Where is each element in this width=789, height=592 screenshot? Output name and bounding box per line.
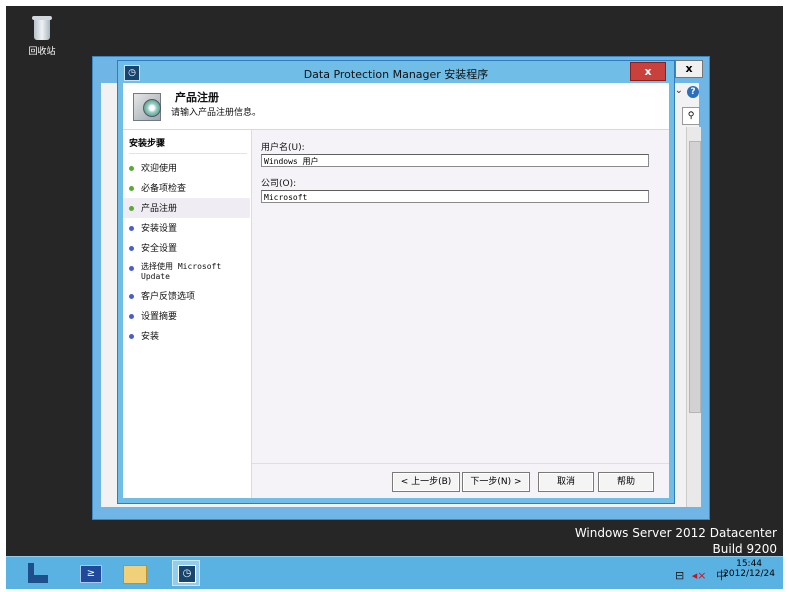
product-box-icon [129,89,165,123]
step-registration: 产品注册 [123,198,250,218]
username-label: 用户名(U): [261,143,305,153]
step-install-settings: 安装设置 [123,218,250,238]
step-pending-icon [129,334,134,339]
step-complete-icon [129,186,134,191]
file-explorer-icon[interactable] [120,560,148,586]
step-pending-icon [129,294,134,299]
step-current-icon [129,206,134,211]
registration-form: 用户名(U): Windows 用户 公司(O): Microsoft < 上一… [251,130,669,498]
scrollbar-thumb[interactable] [689,141,701,413]
chevron-down-icon[interactable]: ⌄ [675,85,683,96]
step-prerequisites: 必备项检查 [123,178,250,198]
clock-date: 2012/12/24 [723,569,775,579]
company-label: 公司(O): [261,179,297,189]
server-manager-icon[interactable] [24,560,52,586]
dialog-close-button[interactable]: x [630,62,666,81]
steps-title: 安装步骤 [129,136,247,154]
search-icon[interactable]: ⚲ [682,107,700,125]
powershell-icon[interactable]: ≥ [76,560,104,586]
step-pending-icon [129,226,134,231]
recycle-bin-label: 回收站 [28,47,56,57]
step-pending-icon [129,314,134,319]
dialog-client: 产品注册 请输入产品注册信息。 安装步骤 欢迎使用 必备项检查 产品注册 安装设… [123,83,669,498]
clock-time: 15:44 [736,559,763,569]
dialog-titlebar[interactable]: ◷ Data Protection Manager 安装程序 x [118,61,674,83]
username-field[interactable]: Windows 用户 [261,154,649,167]
step-pending-icon [129,266,134,271]
step-feedback: 客户反馈选项 [123,286,250,306]
explorer-close-button[interactable]: x [675,60,703,78]
setup-dialog: ◷ Data Protection Manager 安装程序 x 产品注册 请输… [117,60,675,504]
dialog-header: 产品注册 请输入产品注册信息。 [123,83,669,130]
explorer-scrollbar[interactable] [686,127,701,507]
step-security-settings: 安全设置 [123,238,250,258]
step-pending-icon [129,246,134,251]
next-button[interactable]: 下一步(N) > [462,472,530,492]
watermark-build: Build 9200 [712,542,777,556]
clock[interactable]: 15:44 2012/12/24 [723,559,775,579]
page-subtitle: 请输入产品注册信息。 [171,108,262,118]
step-microsoft-update: 选择使用 Microsoft Update [123,258,250,286]
recycle-bin[interactable]: 回收站 [20,14,64,57]
volume-muted-icon[interactable]: ◂× [692,569,707,582]
cancel-button[interactable]: 取消 [538,472,594,492]
recycle-bin-icon [31,14,53,42]
steps-panel: 安装步骤 欢迎使用 必备项检查 产品注册 安装设置 安全设置 选择使用 Micr… [123,130,250,498]
button-row: < 上一步(B) 下一步(N) > 取消 帮助 [252,463,669,498]
watermark-edition: Windows Server 2012 Datacenter [574,526,777,540]
back-button[interactable]: < 上一步(B) [392,472,460,492]
dialog-title: Data Protection Manager 安装程序 [303,68,489,81]
network-icon[interactable]: ⊟ [675,569,684,582]
page-title: 产品注册 [175,91,219,104]
dpm-setup-taskbar-icon[interactable]: ◷ [172,560,200,586]
step-welcome: 欢迎使用 [123,158,250,178]
help-button[interactable]: 帮助 [598,472,654,492]
system-tray: ⊟ ◂× 中 [675,567,727,583]
step-summary: 设置摘要 [123,306,250,326]
company-field[interactable]: Microsoft [261,190,649,203]
step-complete-icon [129,166,134,171]
taskbar: ≥ ◷ ⊟ ◂× 中 15:44 2012/12/24 [6,556,783,589]
help-icon[interactable]: ? [687,86,699,98]
step-install: 安装 [123,326,250,346]
